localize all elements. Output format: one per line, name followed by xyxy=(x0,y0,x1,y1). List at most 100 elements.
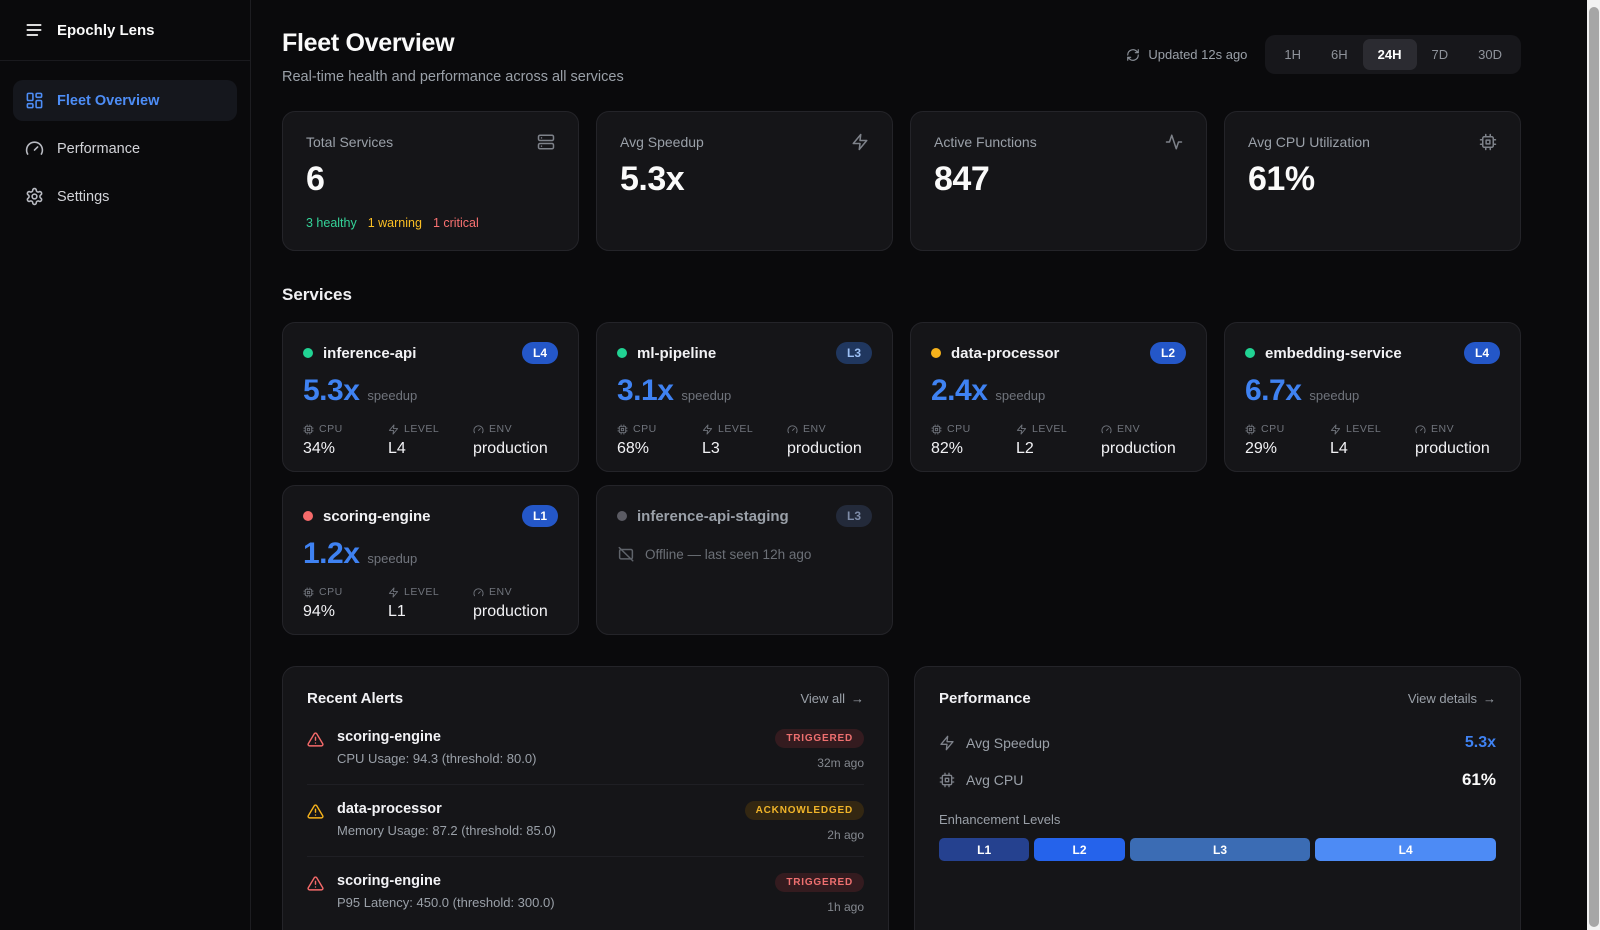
zap-icon xyxy=(388,424,399,435)
menu-icon[interactable] xyxy=(24,20,44,40)
services-grid: inference-api L4 5.3x speedup CPU 34% LE… xyxy=(282,322,1521,635)
sidebar-item-label: Performance xyxy=(57,141,140,157)
metric-value-level: L3 xyxy=(702,440,787,458)
sidebar: Epochly Lens Fleet Overview Performance … xyxy=(0,0,251,930)
view-all-link[interactable]: View all → xyxy=(800,691,864,706)
window-scrollbar[interactable] xyxy=(1587,0,1600,930)
zap-icon xyxy=(1330,424,1341,435)
stat-card-avg-cpu: Avg CPU Utilization 61% xyxy=(1224,111,1521,251)
status-dot-healthy xyxy=(303,348,313,358)
metric-value-level: L1 xyxy=(388,603,473,621)
metric-value-cpu: 82% xyxy=(931,440,1016,458)
metric-value-cpu: 68% xyxy=(617,440,702,458)
metric-value-env: production xyxy=(473,440,558,458)
service-card-scoring-engine[interactable]: scoring-engine L1 1.2x speedup CPU 94% L… xyxy=(282,485,579,635)
alert-time: 1h ago xyxy=(827,900,864,914)
avg-cpu-label: Avg CPU xyxy=(966,772,1451,788)
critical-count: 1 critical xyxy=(433,216,479,230)
offline-icon xyxy=(617,545,635,563)
page-subtitle: Real-time health and performance across … xyxy=(282,69,624,85)
gauge-icon xyxy=(473,587,484,598)
zap-icon xyxy=(851,133,869,151)
stat-value: 5.3x xyxy=(620,160,869,199)
level-segment-l2: L2 xyxy=(1034,838,1124,861)
range-button-6h[interactable]: 6H xyxy=(1316,39,1363,70)
speedup-value: 6.7x xyxy=(1245,374,1301,408)
service-card-embedding-service[interactable]: embedding-service L4 6.7x speedup CPU 29… xyxy=(1224,322,1521,472)
stat-value: 847 xyxy=(934,160,1183,199)
time-range-selector: 1H 6H 24H 7D 30D xyxy=(1265,35,1521,74)
alert-status-badge: TRIGGERED xyxy=(775,729,864,748)
metric-label-cpu: CPU xyxy=(1261,423,1285,435)
alert-service-name: scoring-engine xyxy=(337,729,762,745)
metric-label-env: ENV xyxy=(1117,423,1140,435)
bottom-panels: Recent Alerts View all → scoring-engine … xyxy=(282,666,1521,930)
metric-value-env: production xyxy=(787,440,872,458)
metric-label-level: LEVEL xyxy=(404,586,439,598)
gauge-icon xyxy=(787,424,798,435)
view-details-label: View details xyxy=(1408,691,1477,706)
sidebar-item-performance[interactable]: Performance xyxy=(13,128,237,169)
service-card-inference-api-staging[interactable]: inference-api-staging L3 Offline — last … xyxy=(596,485,893,635)
level-badge: L4 xyxy=(1464,342,1500,364)
alert-triangle-icon xyxy=(307,875,324,892)
stat-value: 6 xyxy=(306,160,555,199)
stat-label: Avg CPU Utilization xyxy=(1248,134,1370,150)
alerts-panel-title: Recent Alerts xyxy=(307,690,403,707)
zap-icon xyxy=(388,587,399,598)
status-dot-critical xyxy=(303,511,313,521)
gauge-icon xyxy=(1101,424,1112,435)
service-name: data-processor xyxy=(951,345,1140,362)
range-button-7d[interactable]: 7D xyxy=(1417,39,1464,70)
zap-icon xyxy=(702,424,713,435)
enhancement-levels-bar: L1 L2 L3 L4 xyxy=(939,838,1496,861)
sidebar-item-settings[interactable]: Settings xyxy=(13,176,237,217)
view-details-link[interactable]: View details → xyxy=(1408,691,1496,706)
gear-icon xyxy=(25,187,44,206)
range-button-1h[interactable]: 1H xyxy=(1269,39,1316,70)
offline-text: Offline — last seen 12h ago xyxy=(645,547,811,562)
service-card-data-processor[interactable]: data-processor L2 2.4x speedup CPU 82% L… xyxy=(910,322,1207,472)
sidebar-item-label: Fleet Overview xyxy=(57,93,159,109)
service-card-inference-api[interactable]: inference-api L4 5.3x speedup CPU 34% LE… xyxy=(282,322,579,472)
level-badge: L3 xyxy=(836,505,872,527)
metric-value-level: L2 xyxy=(1016,440,1101,458)
metric-label-level: LEVEL xyxy=(1346,423,1381,435)
status-dot-warning xyxy=(931,348,941,358)
dashboard-grid-icon xyxy=(25,91,44,110)
stats-grid: Total Services 6 3 healthy 1 warning 1 c… xyxy=(282,111,1521,251)
sidebar-nav: Fleet Overview Performance Settings xyxy=(0,61,250,236)
healthy-count: 3 healthy xyxy=(306,216,357,230)
range-button-24h[interactable]: 24H xyxy=(1363,39,1417,70)
gauge-icon xyxy=(25,139,44,158)
performance-panel-title: Performance xyxy=(939,690,1031,707)
speedup-suffix: speedup xyxy=(367,551,417,566)
scrollbar-thumb[interactable] xyxy=(1589,7,1599,927)
level-segment-l3: L3 xyxy=(1130,838,1311,861)
metric-label-level: LEVEL xyxy=(718,423,753,435)
page-title: Fleet Overview xyxy=(282,29,624,58)
alert-detail: Memory Usage: 87.2 (threshold: 85.0) xyxy=(337,823,732,838)
stat-card-total-services: Total Services 6 3 healthy 1 warning 1 c… xyxy=(282,111,579,251)
alert-row: data-processor Memory Usage: 87.2 (thres… xyxy=(307,785,864,857)
recent-alerts-panel: Recent Alerts View all → scoring-engine … xyxy=(282,666,889,930)
cpu-icon xyxy=(939,772,955,788)
level-badge: L1 xyxy=(522,505,558,527)
alert-row: scoring-engine P95 Latency: 450.0 (thres… xyxy=(307,857,864,928)
status-dot-healthy xyxy=(617,348,627,358)
service-card-ml-pipeline[interactable]: ml-pipeline L3 3.1x speedup CPU 68% LEVE… xyxy=(596,322,893,472)
stat-value: 61% xyxy=(1248,160,1497,199)
metric-value-env: production xyxy=(1101,440,1186,458)
sidebar-item-fleet-overview[interactable]: Fleet Overview xyxy=(13,80,237,121)
metric-value-cpu: 34% xyxy=(303,440,388,458)
avg-speedup-label: Avg Speedup xyxy=(966,735,1454,751)
alert-detail: P95 Latency: 450.0 (threshold: 300.0) xyxy=(337,895,762,910)
range-button-30d[interactable]: 30D xyxy=(1463,39,1517,70)
brand: Epochly Lens xyxy=(0,0,250,61)
speedup-suffix: speedup xyxy=(1309,388,1359,403)
alert-status-badge: ACKNOWLEDGED xyxy=(745,801,864,820)
avg-cpu-value: 61% xyxy=(1462,770,1496,790)
status-dot-offline xyxy=(617,511,627,521)
metric-value-level: L4 xyxy=(388,440,473,458)
speedup-value: 5.3x xyxy=(303,374,359,408)
